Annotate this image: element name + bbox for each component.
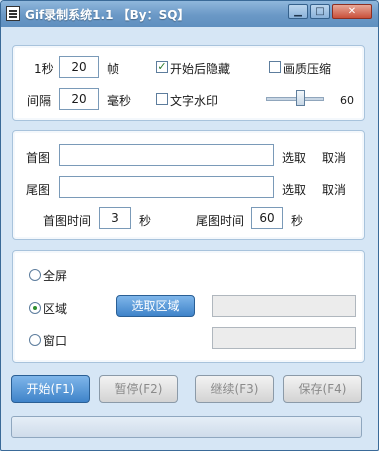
region-value-field bbox=[212, 295, 356, 317]
last-image-cancel-link[interactable]: 取消 bbox=[322, 181, 346, 198]
first-image-input[interactable] bbox=[59, 144, 274, 166]
last-time-input[interactable]: 60 bbox=[251, 207, 283, 229]
pause-button[interactable]: 暂停(F2) bbox=[99, 375, 178, 403]
interval-input[interactable]: 20 bbox=[59, 88, 99, 110]
region-label: 区域 bbox=[43, 302, 68, 316]
quality-compress-checkbox[interactable] bbox=[269, 61, 281, 73]
interval-label: 间隔 bbox=[27, 94, 52, 108]
capture-settings-panel: 1秒 20 帧 ✓ 开始后隐藏 画质压缩 间隔 20 毫秒 文字水印 60 bbox=[12, 45, 365, 121]
first-time-input[interactable]: 3 bbox=[99, 207, 131, 229]
progress-bar bbox=[11, 416, 362, 438]
last-time-label: 尾图时间 bbox=[196, 214, 245, 228]
last-image-input[interactable] bbox=[59, 176, 274, 198]
window-title: Gif录制系统1.1 【By：SQ】 bbox=[25, 8, 190, 22]
hide-on-start-label: 开始后隐藏 bbox=[170, 62, 231, 76]
quality-compress-label: 画质压缩 bbox=[283, 62, 332, 76]
window-label: 窗口 bbox=[43, 334, 68, 348]
images-panel: 首图 选取 取消 尾图 选取 取消 首图时间 3 秒 尾图时间 60 秒 bbox=[12, 130, 365, 240]
fps-unit-label: 帧 bbox=[107, 62, 120, 76]
save-button[interactable]: 保存(F4) bbox=[283, 375, 362, 403]
fps-prefix-label: 1秒 bbox=[34, 62, 54, 76]
fullscreen-radio[interactable] bbox=[29, 269, 41, 281]
first-image-cancel-link[interactable]: 取消 bbox=[322, 149, 346, 166]
app-icon bbox=[6, 6, 20, 21]
window-radio[interactable] bbox=[29, 334, 41, 346]
select-region-button[interactable]: 选取区域 bbox=[116, 295, 195, 317]
interval-unit-label: 毫秒 bbox=[107, 94, 132, 108]
text-watermark-checkbox[interactable] bbox=[156, 93, 168, 105]
capture-area-panel: 全屏 区域 选取区域 窗口 bbox=[12, 250, 365, 363]
quality-slider-thumb[interactable] bbox=[295, 90, 305, 106]
fps-input[interactable]: 20 bbox=[59, 56, 99, 78]
text-watermark-label: 文字水印 bbox=[170, 94, 219, 108]
window-value-field bbox=[212, 327, 356, 349]
continue-button[interactable]: 继续(F3) bbox=[195, 375, 274, 403]
maximize-button[interactable]: □ bbox=[310, 4, 330, 19]
close-button[interactable]: ✕ bbox=[332, 4, 372, 19]
region-radio[interactable] bbox=[29, 302, 41, 314]
last-image-select-link[interactable]: 选取 bbox=[282, 181, 306, 198]
fullscreen-label: 全屏 bbox=[43, 269, 68, 283]
quality-value: 60 bbox=[340, 94, 354, 107]
hide-on-start-checkbox[interactable]: ✓ bbox=[156, 61, 168, 73]
first-time-label: 首图时间 bbox=[43, 214, 92, 228]
last-image-label: 尾图 bbox=[26, 183, 51, 197]
title-bar[interactable]: Gif录制系统1.1 【By：SQ】 ▁ □ ✕ bbox=[1, 1, 378, 27]
last-time-unit: 秒 bbox=[291, 214, 304, 228]
minimize-button[interactable]: ▁ bbox=[288, 4, 308, 19]
first-image-select-link[interactable]: 选取 bbox=[282, 149, 306, 166]
first-time-unit: 秒 bbox=[139, 214, 152, 228]
first-image-label: 首图 bbox=[26, 151, 51, 165]
app-window: Gif录制系统1.1 【By：SQ】 ▁ □ ✕ 1秒 20 帧 ✓ 开始后隐藏… bbox=[0, 0, 379, 451]
start-button[interactable]: 开始(F1) bbox=[11, 375, 90, 403]
